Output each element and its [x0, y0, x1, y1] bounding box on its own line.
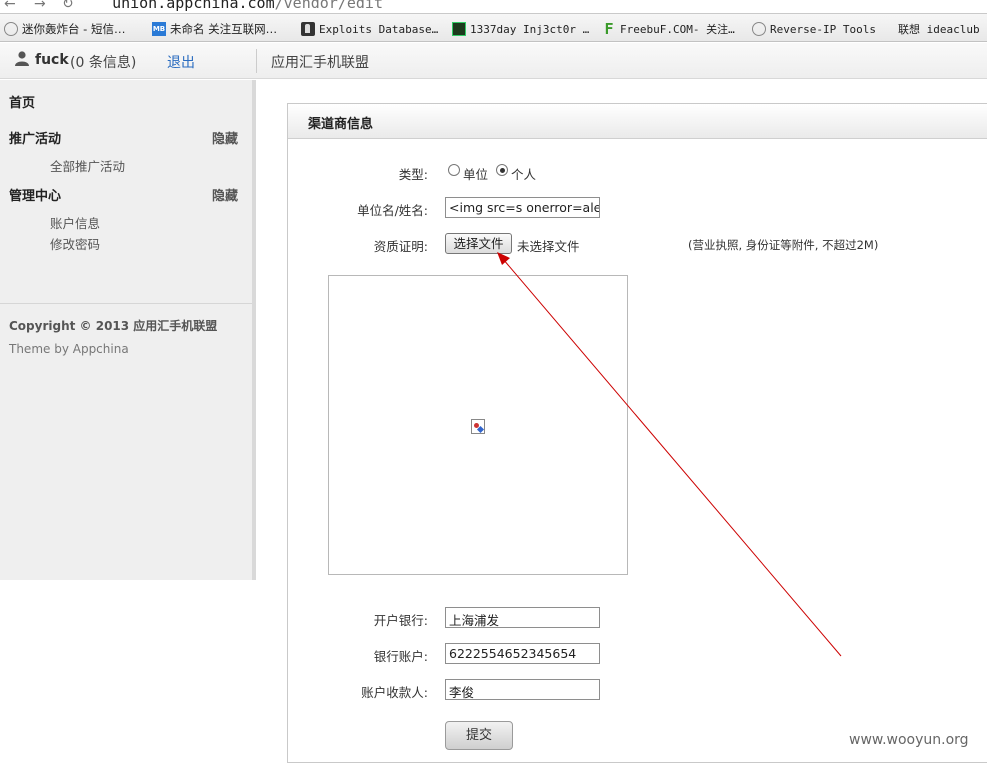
- name-label: 单位名/姓名:: [357, 203, 428, 218]
- username[interactable]: fuck: [35, 52, 69, 68]
- bookmark-label: Exploits Database…: [319, 22, 439, 36]
- sidebar-item-account-info[interactable]: 账户信息: [50, 213, 100, 232]
- bookmark-item[interactable]: F FreebuF.COM- 关注…: [602, 20, 735, 38]
- broken-image-icon: [471, 419, 485, 434]
- lenovo-icon: [880, 22, 894, 36]
- account-input[interactable]: 6222554652345654: [445, 643, 600, 664]
- watermark: www.wooyun.org: [849, 732, 969, 748]
- cert-label: 资质证明:: [373, 239, 428, 254]
- type-label: 类型:: [398, 167, 428, 182]
- payee-label: 账户收款人:: [361, 685, 428, 700]
- message-count[interactable]: (0 条信息): [70, 52, 136, 72]
- sidebar-section-title: 管理中心: [9, 189, 62, 204]
- sidebar-divider: [0, 303, 252, 304]
- choose-file-button[interactable]: 选择文件: [445, 233, 512, 254]
- browser-url-bar[interactable]: ← → ↻ union.appchina.com/vendor/edit: [0, 0, 987, 14]
- name-input[interactable]: <img src=s onerror=alert(/: [445, 197, 600, 218]
- bookmark-item[interactable]: 迷你轰炸台 - 短信…: [4, 20, 125, 38]
- account-label: 银行账户:: [373, 649, 428, 664]
- bookmarks-bar: 迷你轰炸台 - 短信… MB 未命名 关注互联网… Exploits Datab…: [0, 14, 987, 42]
- theme-credit: Theme by Appchina: [9, 342, 129, 356]
- 1337day-icon: [452, 22, 466, 36]
- bookmark-item[interactable]: MB 未命名 关注互联网…: [152, 20, 277, 38]
- bookmark-label: 未命名 关注互联网…: [170, 22, 278, 36]
- bank-input[interactable]: 上海浦发: [445, 607, 600, 628]
- back-icon[interactable]: ←: [4, 0, 16, 12]
- header-divider: [256, 49, 257, 73]
- bank-label: 开户银行:: [373, 613, 428, 628]
- radio-company-label[interactable]: 单位: [463, 164, 488, 183]
- reload-icon[interactable]: ↻: [62, 0, 74, 12]
- bookmark-label: FreebuF.COM- 关注…: [620, 23, 735, 36]
- sidebar-item-all-campaigns[interactable]: 全部推广活动: [50, 156, 125, 175]
- sidebar-home[interactable]: 首页: [9, 92, 35, 111]
- sidebar-section-title: 推广活动: [9, 132, 62, 147]
- bookmark-item[interactable]: 1337day Inj3ct0r …: [452, 20, 589, 38]
- radio-company[interactable]: [448, 164, 460, 176]
- bookmark-label: Reverse-IP Tools: [770, 22, 876, 36]
- radio-individual-label[interactable]: 个人: [511, 164, 536, 183]
- cert-hint: (营业执照, 身份证等附件, 不超过2M): [688, 238, 879, 252]
- hide-toggle[interactable]: 隐藏: [212, 185, 238, 204]
- radio-individual[interactable]: [496, 164, 508, 176]
- bookmark-item[interactable]: Exploits Database…: [301, 20, 438, 38]
- vendor-info-panel: 渠道商信息 类型: 单位 个人 单位名/姓名: <img src=s onerr…: [287, 103, 987, 763]
- bookmark-label: 迷你轰炸台 - 短信…: [22, 22, 126, 36]
- mb-icon: MB: [152, 22, 166, 36]
- logout-link[interactable]: 退出: [167, 52, 195, 72]
- bookmark-label: 1337day Inj3ct0r …: [470, 22, 590, 36]
- exploit-db-icon: [301, 22, 315, 36]
- hide-toggle[interactable]: 隐藏: [212, 128, 238, 147]
- user-icon: [15, 51, 29, 66]
- app-header: fuck (0 条信息) 退出 应用汇手机联盟: [0, 43, 987, 79]
- bookmark-item[interactable]: Reverse-IP Tools: [752, 20, 876, 38]
- freebuf-icon: F: [604, 20, 614, 38]
- submit-button[interactable]: 提交: [445, 721, 513, 750]
- sidebar: 首页 推广活动 隐藏 全部推广活动 管理中心 隐藏 账户信息 修改密码 Copy…: [0, 80, 256, 580]
- cert-preview: [328, 275, 628, 575]
- brand-link[interactable]: 应用汇手机联盟: [271, 52, 369, 72]
- bookmark-item[interactable]: 联想 ideaclub 1: [880, 20, 987, 38]
- panel-title: 渠道商信息: [308, 117, 374, 132]
- forward-icon[interactable]: →: [34, 0, 46, 12]
- globe-icon: [4, 22, 18, 36]
- sidebar-item-change-password[interactable]: 修改密码: [50, 234, 100, 253]
- bookmark-label: 联想 ideaclub 1: [898, 23, 987, 36]
- payee-input[interactable]: 李俊: [445, 679, 600, 700]
- file-status: 未选择文件: [517, 239, 580, 254]
- url-text[interactable]: union.appchina.com/vendor/edit: [94, 0, 383, 12]
- panel-header: 渠道商信息: [288, 104, 987, 139]
- copyright-text: Copyright © 2013 应用汇手机联盟: [9, 319, 218, 333]
- globe-icon: [752, 22, 766, 36]
